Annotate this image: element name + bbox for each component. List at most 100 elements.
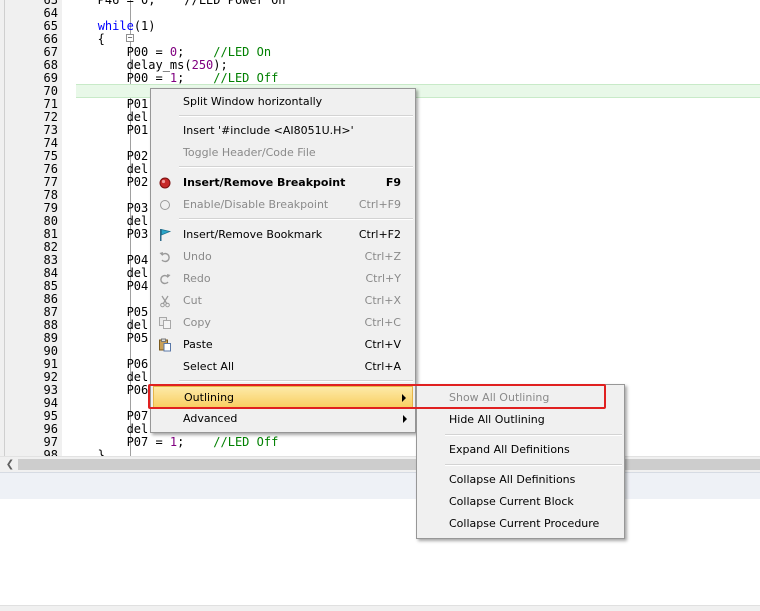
code-token: } — [76, 448, 105, 457]
menu-item-copy[interactable]: Copy Ctrl+C — [153, 312, 413, 334]
menu-item-label: Redo — [183, 272, 211, 285]
submenu-item-collapse-all-definitions[interactable]: Collapse All Definitions — [419, 469, 622, 491]
menu-item-undo[interactable]: Undo Ctrl+Z — [153, 246, 413, 268]
code-line: P03 — [76, 227, 149, 241]
submenu-item-collapse-current-block[interactable]: Collapse Current Block — [419, 491, 622, 513]
code-line: P02 — [76, 175, 149, 189]
code-token: P01 — [76, 123, 149, 137]
code-token: ; — [177, 71, 214, 85]
output-pane — [0, 499, 760, 610]
submenu-item-hide-all-outlining[interactable]: Hide All Outlining — [419, 409, 622, 431]
undo-icon — [158, 250, 172, 264]
menu-item-label: Insert/Remove Breakpoint — [183, 176, 346, 189]
code-token: del — [76, 422, 149, 436]
code-token: P03 — [76, 227, 149, 241]
code-token: delay_ms( — [76, 58, 192, 72]
code-token: P04 — [76, 279, 149, 293]
bookmark-flag-icon — [158, 228, 172, 242]
menu-item-label: Split Window horizontally — [183, 95, 323, 108]
code-line: P05 — [76, 331, 149, 345]
menu-item-shortcut: F9 — [385, 176, 401, 189]
code-token: P05 — [76, 305, 149, 319]
code-token: P06 — [76, 383, 149, 397]
menu-item-label: Hide All Outlining — [449, 413, 545, 426]
menu-item-label: Collapse Current Block — [449, 495, 574, 508]
menu-item-redo[interactable]: Redo Ctrl+Y — [153, 268, 413, 290]
bottom-strip — [0, 605, 760, 611]
horizontal-scrollbar[interactable]: ❮ — [0, 456, 760, 472]
code-line: P07 = 1; //LED Off — [76, 435, 279, 449]
code-token: //LED On — [213, 45, 272, 59]
menu-item-insert-include[interactable]: Insert '#include <AI8051U.H>' — [153, 120, 413, 142]
menu-item-shortcut: Ctrl+X — [364, 294, 401, 307]
code-token: del — [76, 162, 149, 176]
menu-item-shortcut: Ctrl+V — [364, 338, 401, 351]
code-token: P07 = — [76, 435, 170, 449]
menu-item-shortcut: Ctrl+F2 — [358, 228, 401, 241]
menu-item-label: Expand All Definitions — [449, 443, 570, 456]
code-token: P06 — [76, 357, 149, 371]
menu-item-label: Toggle Header/Code File — [183, 146, 316, 159]
menu-item-shortcut: Ctrl+Z — [364, 250, 401, 263]
code-line: P06 — [76, 383, 149, 397]
breakpoint-icon — [158, 176, 172, 190]
code-token: del — [76, 110, 149, 124]
menu-item-select-all[interactable]: Select All Ctrl+A — [153, 356, 413, 378]
menu-item-label: Enable/Disable Breakpoint — [183, 198, 329, 211]
code-token: (1) — [133, 19, 156, 33]
code-line: P04 — [76, 279, 149, 293]
context-menu: Split Window horizontally Insert '#inclu… — [150, 88, 416, 433]
code-token: ; — [177, 45, 214, 59]
breakpoint-outline-icon — [158, 198, 172, 212]
menu-item-advanced[interactable]: Advanced — [153, 408, 413, 430]
code-line: P01 — [76, 123, 149, 137]
menu-item-shortcut: Ctrl+F9 — [358, 198, 401, 211]
code-token: P03 — [76, 201, 149, 215]
menu-item-label: Cut — [183, 294, 202, 307]
code-token: del — [76, 214, 149, 228]
menu-item-label: Paste — [183, 338, 213, 351]
menu-item-toggle-header[interactable]: Toggle Header/Code File — [153, 142, 413, 164]
menu-item-insert-breakpoint[interactable]: Insert/Remove Breakpoint F9 — [153, 172, 413, 194]
menu-item-cut[interactable]: Cut Ctrl+X — [153, 290, 413, 312]
menu-item-paste[interactable]: Paste Ctrl+V — [153, 334, 413, 356]
code-token: //LED Off — [213, 435, 279, 449]
menu-item-insert-bookmark[interactable]: Insert/Remove Bookmark Ctrl+F2 — [153, 224, 413, 246]
menu-item-enable-breakpoint[interactable]: Enable/Disable Breakpoint Ctrl+F9 — [153, 194, 413, 216]
code-token: { — [76, 32, 105, 46]
scrollbar-thumb[interactable] — [18, 459, 760, 470]
code-line: } — [76, 448, 105, 457]
menu-separator — [445, 434, 622, 436]
menu-item-split-window[interactable]: Split Window horizontally — [153, 91, 413, 113]
menu-item-label: Select All — [183, 360, 235, 373]
pane-splitter[interactable] — [0, 472, 760, 500]
code-token: P46 = 0; //LED Power On — [76, 0, 286, 7]
code-token: 250 — [191, 58, 214, 72]
menu-separator — [179, 115, 413, 117]
submenu-item-collapse-current-procedure[interactable]: Collapse Current Procedure — [419, 513, 622, 535]
submenu-item-expand-all-definitions[interactable]: Expand All Definitions — [419, 439, 622, 461]
scissors-icon — [158, 294, 172, 308]
menu-item-shortcut: Ctrl+C — [364, 316, 401, 329]
redo-icon — [158, 272, 172, 286]
fold-margin: − — [62, 0, 134, 456]
line-number: 98 — [43, 448, 58, 457]
copy-icon — [158, 316, 172, 330]
fold-collapse-icon[interactable]: − — [126, 34, 134, 42]
code-token: P02 — [76, 175, 149, 189]
menu-separator — [445, 464, 622, 466]
scroll-left-arrow-icon[interactable]: ❮ — [4, 457, 16, 472]
menu-item-label: Advanced — [183, 412, 238, 425]
code-token: while — [97, 19, 134, 33]
code-token: del — [76, 370, 149, 384]
paste-clipboard-icon — [158, 338, 172, 352]
code-token: ; — [177, 435, 214, 449]
menu-item-shortcut: Ctrl+A — [364, 360, 401, 373]
menu-separator — [179, 218, 413, 220]
code-token: P02 — [76, 149, 149, 163]
code-line: P00 = 1; //LED Off — [76, 71, 279, 85]
menu-separator — [179, 380, 413, 382]
code-token: P04 — [76, 253, 149, 267]
code-token: P05 — [76, 331, 149, 345]
